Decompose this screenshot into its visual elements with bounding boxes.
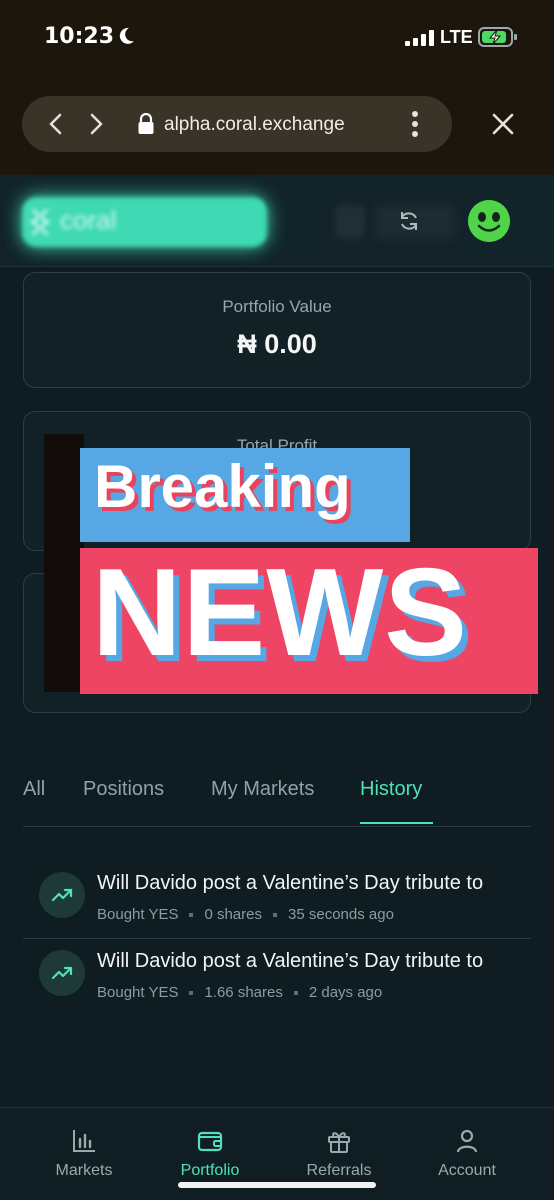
logo-text: coral [60,205,117,235]
history-title: Will Davido post a Valentine’s Day tribu… [97,950,484,972]
nav-account-label: Account [438,1162,496,1179]
breaking-text: Breaking [94,453,351,520]
nav-referrals-label: Referrals [306,1162,372,1179]
gift-icon [328,1132,350,1153]
avatar-smiley-icon[interactable] [468,200,510,242]
url-text[interactable]: alpha.coral.exchange [164,114,345,136]
portfolio-value-card: Portfolio Value ₦ 0.00 [23,272,531,388]
history-action: Bought YES [97,984,179,1001]
portfolio-tabs: All Positions My Markets History [0,772,554,828]
nav-markets[interactable]: Markets [19,1108,149,1198]
separator-dot [273,913,277,918]
home-indicator[interactable] [178,1182,376,1188]
history-row[interactable]: Will Davido post a Valentine’s Day tribu… [23,940,554,1018]
blurred-control [335,205,365,239]
history-meta: Bought YES 1.66 shares 2 days ago [97,984,382,1001]
signal-icon [405,30,434,46]
news-text: NEWS [92,544,468,682]
nav-account[interactable]: Account [402,1108,532,1198]
history-shares: 0 shares [204,906,262,923]
breaking-news-sticker: Breaking NEWS [44,430,542,698]
battery-charging-icon [478,27,517,47]
browser-chrome: 10:23 LTE alpha.coral.exchange [0,0,554,175]
tab-history[interactable]: History [360,778,422,801]
refresh-icon[interactable] [398,210,420,232]
nav-markets-label: Markets [55,1162,113,1179]
network-type: LTE [440,27,473,47]
history-action: Bought YES [97,906,179,923]
history-time: 2 days ago [308,984,383,1001]
portfolio-value-amount: ₦ 0.00 [237,329,317,359]
separator-dot [189,991,194,996]
history-time: 35 seconds ago [288,906,394,923]
separator-dot [293,991,298,996]
trending-up-icon [39,950,85,996]
coral-logo-icon [28,208,52,236]
trending-up-icon [39,872,85,918]
portfolio-value-label: Portfolio Value [222,297,332,316]
lock-icon [138,113,154,134]
wallet-icon [197,1131,223,1152]
history-row[interactable]: Will Davido post a Valentine’s Day tribu… [23,862,554,940]
tab-my-markets[interactable]: My Markets [211,778,314,801]
forward-arrow-icon[interactable] [86,112,106,136]
separator-dot [189,913,194,918]
tab-all[interactable]: All [23,778,45,801]
active-tab-indicator [360,822,433,824]
back-arrow-icon[interactable] [46,112,66,136]
tabs-divider [23,826,531,827]
user-icon [456,1129,478,1153]
address-bar[interactable]: alpha.coral.exchange [22,96,452,152]
status-time: 10:23 [44,24,115,49]
more-vertical-icon[interactable] [410,110,420,138]
sticker-shadow-panel [44,434,84,692]
nav-portfolio-label: Portfolio [180,1162,240,1179]
moon-icon [119,27,134,44]
close-icon[interactable] [490,111,516,137]
coral-logo[interactable]: coral [22,197,267,247]
bar-chart-icon [73,1130,95,1152]
history-meta: Bought YES 0 shares 35 seconds ago [97,906,394,923]
history-shares: 1.66 shares [204,984,283,1001]
tab-positions[interactable]: Positions [83,778,164,801]
history-title: Will Davido post a Valentine’s Day tribu… [97,872,484,894]
history-divider [23,938,531,939]
